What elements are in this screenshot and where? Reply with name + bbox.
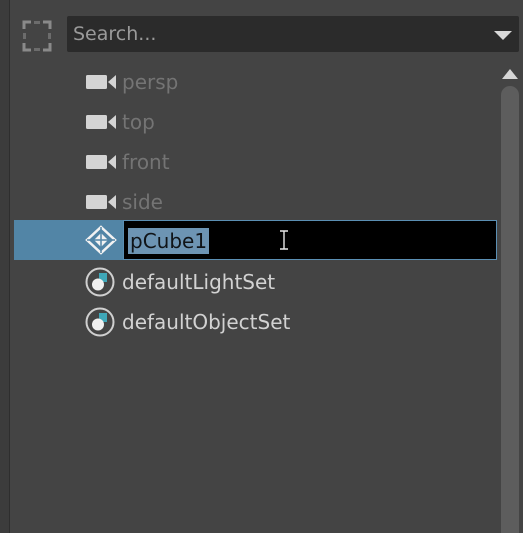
- outliner-item-top[interactable]: top: [10, 102, 497, 142]
- outliner-item-side[interactable]: side: [10, 182, 497, 222]
- vertical-scrollbar[interactable]: [498, 60, 523, 533]
- outliner-item-pcube1[interactable]: pCube1: [14, 220, 497, 260]
- rename-selected-text: pCube1: [128, 228, 210, 254]
- outliner-item-defaultobjectset[interactable]: defaultObjectSet: [10, 302, 497, 342]
- search-input[interactable]: [67, 16, 477, 52]
- outliner-item-label: defaultLightSet: [122, 270, 276, 294]
- outliner-list: persp top front side pCube1 defaultLight…: [10, 62, 497, 533]
- camera-icon: [84, 147, 118, 177]
- panel-left-border: [0, 0, 10, 533]
- camera-icon: [84, 67, 118, 97]
- search-field[interactable]: [67, 16, 519, 52]
- outliner-item-label: side: [122, 190, 163, 214]
- object-set-icon: [84, 307, 118, 337]
- outliner-item-label: front: [122, 150, 170, 174]
- selection-filter-icon[interactable]: [22, 20, 52, 52]
- scroll-up-arrow-icon[interactable]: [501, 66, 519, 80]
- scrollbar-thumb[interactable]: [501, 86, 519, 533]
- text-cursor-icon: [279, 230, 289, 250]
- outliner-item-label: top: [122, 110, 155, 134]
- outliner-toolbar: [10, 0, 523, 58]
- camera-icon: [84, 187, 118, 217]
- outliner-item-persp[interactable]: persp: [10, 62, 497, 102]
- object-set-icon: [84, 267, 118, 297]
- outliner-item-front[interactable]: front: [10, 142, 497, 182]
- outliner-item-defaultlightset[interactable]: defaultLightSet: [10, 262, 497, 302]
- outliner-item-label: defaultObjectSet: [122, 310, 291, 334]
- outliner-item-label: persp: [122, 70, 179, 94]
- search-options-chevron-down-icon[interactable]: [489, 20, 517, 48]
- rename-input[interactable]: pCube1: [123, 220, 497, 260]
- mesh-transform-icon: [84, 225, 118, 255]
- camera-icon: [84, 107, 118, 137]
